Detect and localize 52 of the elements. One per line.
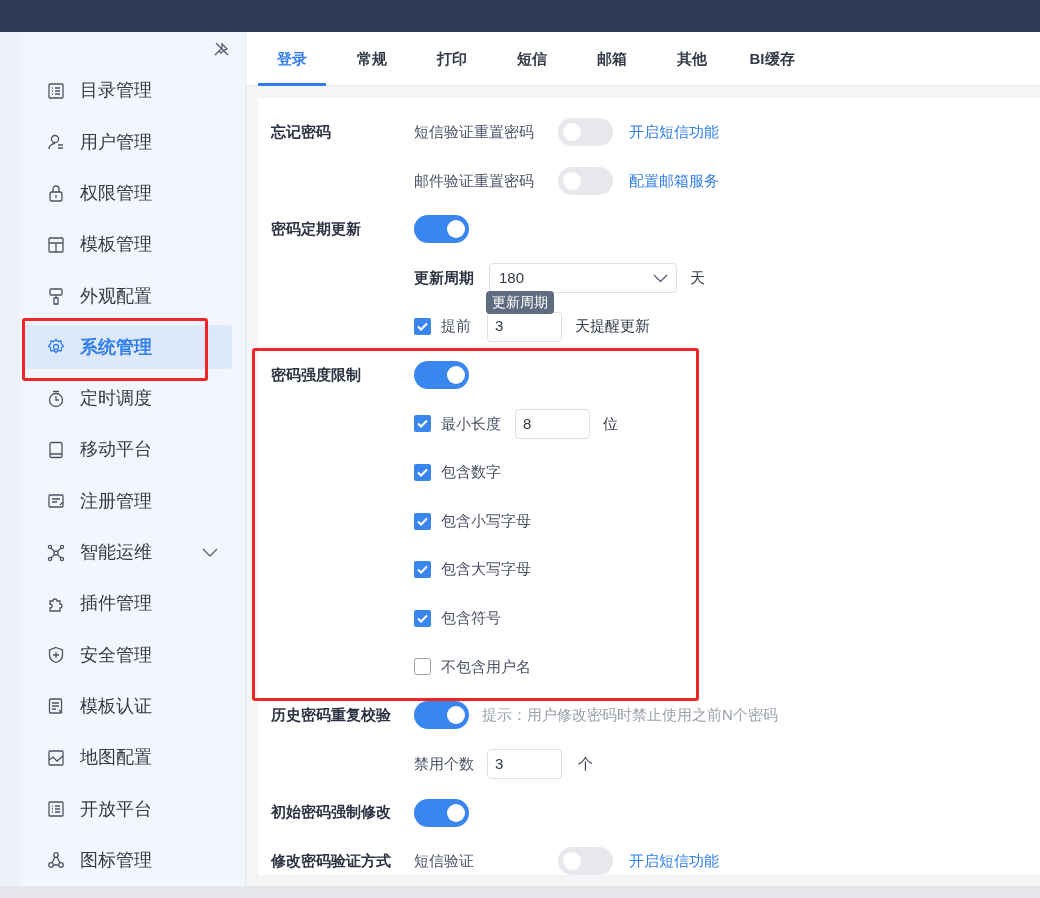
option-label: 短信验证重置密码 <box>414 122 535 143</box>
setting-label: 忘记密码 <box>271 122 331 143</box>
setting-label: 修改密码验证方式 <box>271 850 391 871</box>
link[interactable]: 开启短信功能 <box>629 849 719 873</box>
checkbox-label: 包含数字 <box>441 462 501 483</box>
setting-label: 历史密码重复校验 <box>271 705 391 726</box>
setting-label: 密码定期更新 <box>271 219 361 240</box>
sidebar-item[interactable]: 定时调度 <box>24 376 232 421</box>
checkbox-label: 包含大写字母 <box>441 559 531 580</box>
checkbox-label: 不包含用户名 <box>441 656 531 677</box>
tab[interactable]: 打印 <box>418 32 486 86</box>
number-field[interactable]: 3 <box>487 749 562 779</box>
sidebar-item[interactable]: 外观配置 <box>24 274 232 319</box>
sidebar-item[interactable]: 用户管理 <box>24 120 232 165</box>
field-label: 禁用个数 <box>414 753 475 774</box>
sidebar-item[interactable]: 模板管理 <box>24 222 232 267</box>
tab[interactable]: 登录 <box>258 32 326 86</box>
sidebar-item[interactable]: 地图配置 <box>24 735 232 780</box>
sidebar-item[interactable]: 注册管理 <box>24 479 232 524</box>
sidebar-item[interactable]: 智能运维 <box>24 530 232 575</box>
tab[interactable]: 邮箱 <box>578 32 646 86</box>
sidebar-item[interactable]: 插件管理 <box>24 581 232 626</box>
tooltip: 更新周期 <box>486 291 554 315</box>
number-field[interactable]: 8 <box>515 408 590 439</box>
field-label: 更新周期 <box>414 267 475 288</box>
unit-label: 天 <box>690 267 705 288</box>
unit-label: 位 <box>603 413 618 434</box>
tab[interactable]: 其他 <box>658 32 726 86</box>
sidebar-item[interactable]: 权限管理 <box>24 171 232 216</box>
checkbox-label: 包含小写字母 <box>441 510 531 531</box>
sidebar-item[interactable]: 目录管理 <box>24 68 232 113</box>
checkbox-label: 最小长度 <box>441 413 501 434</box>
hint-text: 提示：用户修改密码时禁止使用之前N个密码 <box>482 705 778 726</box>
link[interactable]: 配置邮箱服务 <box>629 169 719 193</box>
unit-label: 个 <box>578 753 593 774</box>
sidebar-item[interactable]: 安全管理 <box>24 633 232 678</box>
checkbox-label: 包含符号 <box>441 608 501 628</box>
link[interactable]: 开启短信功能 <box>629 121 719 144</box>
setting-label: 初始密码强制修改 <box>271 802 391 823</box>
option-label: 邮件验证重置密码 <box>414 170 535 191</box>
tab[interactable]: 常规 <box>338 32 406 86</box>
sidebar-item[interactable]: 开放平台 <box>24 787 232 832</box>
number-field[interactable]: 3 <box>487 311 562 342</box>
sidebar-item[interactable]: 模板认证 <box>24 684 232 729</box>
checkbox-label: 提前 <box>441 316 472 337</box>
unit-label: 天提醒更新 <box>575 316 650 337</box>
sidebar-item[interactable]: 图标管理 <box>24 838 232 883</box>
tab[interactable]: BI缓存 <box>738 32 806 86</box>
tab[interactable]: 短信 <box>498 32 566 86</box>
option-label: 短信验证 <box>414 850 475 871</box>
setting-label: 密码强度限制 <box>271 365 361 385</box>
sidebar-item[interactable]: 移动平台 <box>24 427 232 472</box>
